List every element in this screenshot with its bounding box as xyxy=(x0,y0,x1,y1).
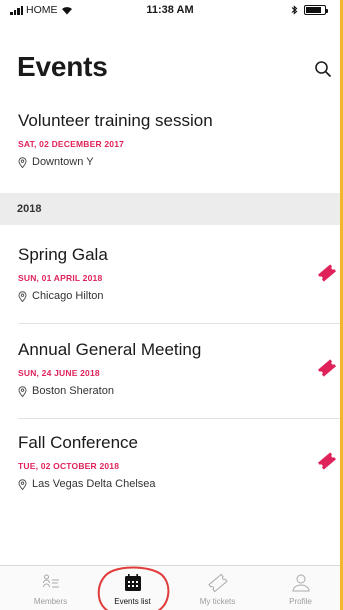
bluetooth-icon xyxy=(291,5,298,15)
tab-label: My tickets xyxy=(199,597,236,606)
tab-my-tickets[interactable]: My tickets xyxy=(175,566,260,610)
ticket-icon[interactable] xyxy=(316,450,338,472)
event-date: SUN, 01 APRIL 2018 xyxy=(18,273,103,283)
event-title: Spring Gala xyxy=(18,245,108,264)
status-time: 11:38 AM xyxy=(146,4,194,16)
list-divider xyxy=(18,323,340,324)
event-location: Downtown Y xyxy=(18,156,94,168)
page-title: Events xyxy=(17,51,108,82)
event-location-label: Chicago Hilton xyxy=(32,290,104,302)
location-pin-icon xyxy=(18,156,27,168)
profile-icon xyxy=(291,574,310,592)
event-title: Volunteer training session xyxy=(18,111,213,130)
location-pin-icon xyxy=(18,385,27,397)
event-title: Annual General Meeting xyxy=(18,340,202,359)
event-location: Boston Sheraton xyxy=(18,385,114,397)
event-location: Chicago Hilton xyxy=(18,290,104,302)
status-bar: HOME 11:38 AM xyxy=(0,0,340,22)
event-location: Las Vegas Delta Chelsea xyxy=(18,478,156,490)
annotation-circle xyxy=(97,566,170,610)
search-icon[interactable] xyxy=(314,60,332,78)
section-header: 2018 xyxy=(0,193,340,225)
event-date: SAT, 02 DECEMBER 2017 xyxy=(18,139,125,149)
ticket-icon[interactable] xyxy=(316,262,338,284)
app-screen: HOME 11:38 AM Events Volunteer training … xyxy=(0,0,343,610)
members-icon xyxy=(42,574,59,588)
tab-label: Members xyxy=(33,597,68,606)
ticket-outline-icon xyxy=(207,573,228,593)
tab-profile[interactable]: Profile xyxy=(258,566,340,610)
tab-members[interactable]: Members xyxy=(8,566,93,610)
event-location-label: Downtown Y xyxy=(32,156,94,168)
status-right xyxy=(291,5,328,15)
event-date: TUE, 02 OCTOBER 2018 xyxy=(18,461,120,471)
list-divider xyxy=(18,418,340,419)
event-location-label: Las Vegas Delta Chelsea xyxy=(32,478,156,490)
event-location-label: Boston Sheraton xyxy=(32,385,114,397)
event-date: SUN, 24 JUNE 2018 xyxy=(18,368,100,378)
tab-label: Profile xyxy=(289,597,312,606)
section-year-label: 2018 xyxy=(17,203,42,215)
location-pin-icon xyxy=(18,478,27,490)
location-pin-icon xyxy=(18,290,27,302)
battery-icon xyxy=(304,5,328,15)
ticket-icon[interactable] xyxy=(316,357,338,379)
event-title: Fall Conference xyxy=(18,433,139,452)
